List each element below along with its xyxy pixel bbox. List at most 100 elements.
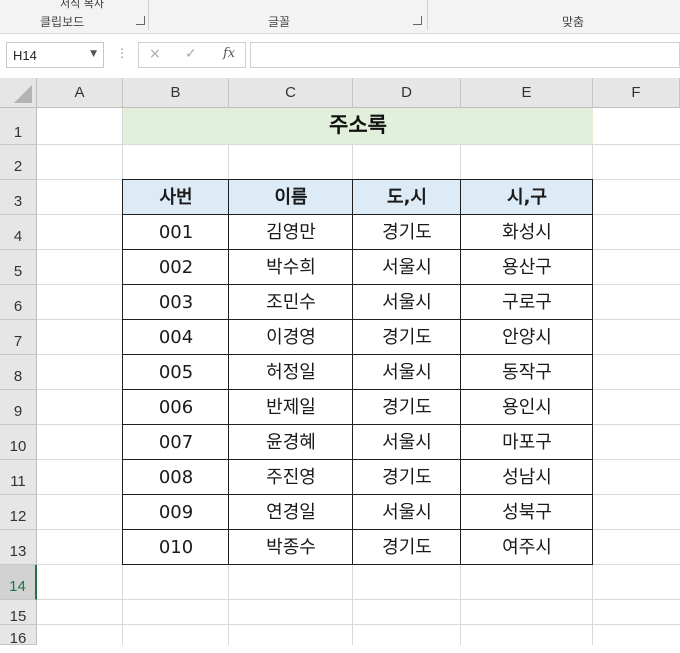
font-group-label: 글꼴 [268,15,291,29]
table-cell[interactable]: 009 [123,495,229,530]
table-border-horizontal [122,424,593,425]
select-all-icon [14,85,32,103]
table-cell[interactable]: 마포구 [461,425,593,460]
format-painter-label[interactable]: 서식 복사 [60,0,104,11]
cancel-icon[interactable]: × [149,46,161,62]
more-options-icon[interactable]: ⋮ [116,46,128,60]
table-cell[interactable]: 경기도 [353,530,461,565]
ribbon-group-labels: 서식 복사 클립보드 글꼴 맞춤 [0,0,680,34]
row-header-5[interactable]: 5 [0,250,37,285]
table-cell[interactable]: 연경일 [229,495,353,530]
table-cell[interactable]: 경기도 [353,460,461,495]
gridline-horizontal [37,599,680,600]
table-cell[interactable]: 서울시 [353,425,461,460]
row-header-3[interactable]: 3 [0,180,37,215]
table-cell[interactable]: 동작구 [461,355,593,390]
alignment-group-label: 맞춤 [562,15,585,29]
table-cell[interactable]: 008 [123,460,229,495]
row-header-1[interactable]: 1 [0,108,37,145]
table-border-vertical [592,180,593,565]
table-cell[interactable]: 성북구 [461,495,593,530]
table-cell[interactable]: 002 [123,250,229,285]
table-cell[interactable]: 006 [123,390,229,425]
table-header-cell[interactable]: 이름 [229,180,353,215]
table-cell[interactable]: 김영만 [229,215,353,250]
table-border-vertical [122,180,123,565]
table-cell[interactable]: 구로구 [461,285,593,320]
name-box[interactable]: H14 ▼ [6,42,104,68]
table-cell[interactable]: 반제일 [229,390,353,425]
table-border-horizontal [122,319,593,320]
table-cell[interactable]: 서울시 [353,285,461,320]
table-cell[interactable]: 010 [123,530,229,565]
row-header-7[interactable]: 7 [0,320,37,355]
gridline-horizontal [37,144,680,145]
table-border-horizontal [122,214,593,215]
table-cell[interactable]: 용인시 [461,390,593,425]
ribbon-separator [427,0,428,30]
formula-bar: H14 ▼ ⋮ × ✓ fx [0,34,680,79]
table-cell[interactable]: 여주시 [461,530,593,565]
table-cell[interactable]: 003 [123,285,229,320]
row-header-10[interactable]: 10 [0,425,37,460]
table-cell[interactable]: 서울시 [353,355,461,390]
table-cell[interactable]: 화성시 [461,215,593,250]
table-border-vertical [352,180,353,565]
table-border-horizontal [122,459,593,460]
row-header-9[interactable]: 9 [0,390,37,425]
table-cell[interactable]: 박종수 [229,530,353,565]
row-header-13[interactable]: 13 [0,530,37,565]
table-cell[interactable]: 001 [123,215,229,250]
table-cell[interactable]: 서울시 [353,250,461,285]
table-cell[interactable]: 경기도 [353,390,461,425]
column-header-d[interactable]: D [353,78,461,108]
table-header-cell[interactable]: 도,시 [353,180,461,215]
table-cell[interactable]: 주진영 [229,460,353,495]
column-header-c[interactable]: C [229,78,353,108]
row-header-15[interactable]: 15 [0,600,37,625]
spreadsheet-grid[interactable]: A B C D E F 1 2 3 4 5 6 7 8 9 10 11 12 13 14 15 16 주소록 사번 이름 도,시 시… [0,78,680,647]
column-header-a[interactable]: A [37,78,123,108]
row-header-14[interactable]: 14 [0,565,37,600]
row-header-11[interactable]: 11 [0,460,37,495]
row-header-8[interactable]: 8 [0,355,37,390]
table-border-vertical [228,180,229,565]
row-header-6[interactable]: 6 [0,285,37,320]
table-cell[interactable]: 경기도 [353,215,461,250]
table-header-cell[interactable]: 사번 [123,180,229,215]
table-cell[interactable]: 경기도 [353,320,461,355]
select-all-corner[interactable] [0,78,37,108]
insert-function-icon[interactable]: fx [223,46,235,61]
table-cell[interactable]: 윤경혜 [229,425,353,460]
row-header-12[interactable]: 12 [0,495,37,530]
table-cell[interactable]: 용산구 [461,250,593,285]
table-cell[interactable]: 박수희 [229,250,353,285]
font-launcher-icon[interactable] [413,16,422,25]
table-header-cell[interactable]: 시,구 [461,180,593,215]
column-header-e[interactable]: E [461,78,593,108]
formula-input[interactable] [250,42,680,68]
gridline-horizontal [37,624,680,625]
enter-icon[interactable]: ✓ [185,46,197,62]
row-header-2[interactable]: 2 [0,145,37,180]
table-cell[interactable]: 서울시 [353,495,461,530]
table-cell[interactable]: 안양시 [461,320,593,355]
table-cell[interactable]: 성남시 [461,460,593,495]
row-header-4[interactable]: 4 [0,215,37,250]
table-border-horizontal [122,354,593,355]
table-border-horizontal [122,179,593,180]
table-cell[interactable]: 허정일 [229,355,353,390]
column-header-b[interactable]: B [123,78,229,108]
table-cell[interactable]: 이경영 [229,320,353,355]
clipboard-group-label: 클립보드 [40,15,85,29]
table-cell[interactable]: 007 [123,425,229,460]
column-header-f[interactable]: F [593,78,680,108]
clipboard-launcher-icon[interactable] [136,16,145,25]
table-cell[interactable]: 조민수 [229,285,353,320]
table-border-horizontal [122,564,593,565]
chevron-down-icon[interactable]: ▼ [90,49,97,59]
table-cell[interactable]: 005 [123,355,229,390]
sheet-title[interactable]: 주소록 [123,110,593,140]
table-cell[interactable]: 004 [123,320,229,355]
row-header-16[interactable]: 16 [0,625,37,647]
